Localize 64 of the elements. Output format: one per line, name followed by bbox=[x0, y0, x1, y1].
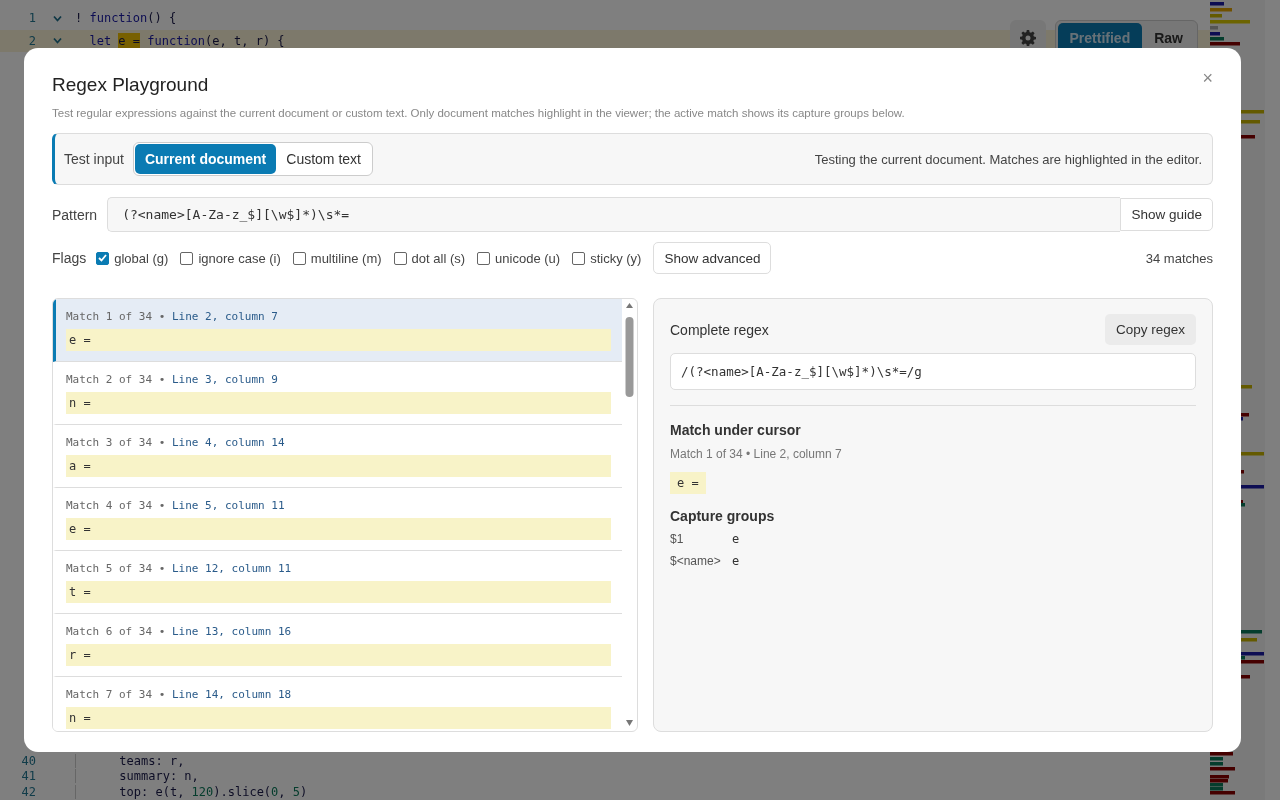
match-text: e = bbox=[66, 518, 611, 540]
section-title: Capture groups bbox=[670, 508, 776, 524]
match-text: n = bbox=[66, 707, 611, 729]
match-heading: Match 2 of 34 • Line 3, column 9 bbox=[66, 373, 279, 386]
dialog-description: Test regular expressions against the current document or custom text. Only document matches highlight in the viewer; the active match shows its capture groups below. bbox=[52, 107, 906, 119]
group-value: e bbox=[732, 532, 740, 546]
code-line: let e = function(e, t, r) { bbox=[88, 33, 285, 48]
checkbox[interactable] bbox=[393, 251, 407, 265]
line-number: 41 bbox=[20, 769, 36, 784]
match-heading: Match 1 of 34 • Line 2, column 7 bbox=[66, 310, 279, 323]
match-heading: Match 4 of 34 • Line 5, column 11 bbox=[66, 499, 286, 512]
group-name: $1 bbox=[670, 532, 685, 546]
test-input-label: Test input bbox=[64, 151, 124, 167]
checkbox-label[interactable]: dot all (s) bbox=[411, 250, 466, 266]
checkbox[interactable] bbox=[96, 251, 110, 265]
code-line: top: e(t, 120).slice(0, 5) bbox=[75, 785, 308, 799]
match-text: e = bbox=[670, 472, 706, 494]
source-tab[interactable]: Current document bbox=[134, 144, 277, 174]
fold-chevron-icon[interactable] bbox=[52, 14, 62, 22]
line-number: 2 bbox=[27, 33, 36, 48]
line-number: 1 bbox=[27, 11, 36, 26]
copy-regex-button[interactable]: Copy regex bbox=[1104, 314, 1196, 345]
fold-chevron-icon[interactable] bbox=[52, 37, 62, 45]
regex-field[interactable]: /(?<name>[A-Za-z_$][\w$]*)\s*=/g bbox=[670, 353, 1196, 390]
match-heading: Match 7 of 34 • Line 14, column 18 bbox=[66, 688, 293, 701]
checkbox-label[interactable]: ignore case (i) bbox=[198, 250, 281, 266]
line-number: 42 bbox=[20, 785, 36, 799]
match-heading: Match 3 of 34 • Line 4, column 14 bbox=[66, 436, 286, 449]
flags-label: Flags bbox=[52, 250, 87, 266]
pattern-label: Pattern bbox=[52, 206, 98, 223]
test-input-note: Testing the current document. Matches are highlighted in the editor. bbox=[814, 151, 1202, 167]
section-title: Complete regex bbox=[670, 321, 769, 338]
show-advanced-button[interactable]: Show advanced bbox=[653, 242, 772, 274]
match-heading: Match 6 of 34 • Line 13, column 16 bbox=[66, 625, 293, 638]
match-heading: Match 5 of 34 • Line 12, column 11 bbox=[66, 562, 293, 575]
checkbox[interactable] bbox=[477, 251, 491, 265]
match-count: 34 matches bbox=[1145, 250, 1213, 266]
code-line: ! function() { bbox=[75, 11, 177, 26]
show-guide-button[interactable]: Show guide bbox=[1120, 198, 1213, 231]
checkbox-label[interactable]: sticky (y) bbox=[590, 250, 642, 266]
group-name: $<name> bbox=[670, 554, 722, 568]
checkbox[interactable] bbox=[572, 251, 586, 265]
checkbox[interactable] bbox=[180, 251, 194, 265]
match-item[interactable]: Match 1 of 34 • Line 2, column 7 e = bbox=[53, 299, 622, 362]
match-text: r = bbox=[66, 644, 611, 666]
match-text: n = bbox=[66, 392, 611, 414]
checkbox[interactable] bbox=[292, 251, 306, 265]
settings-icon bbox=[1019, 30, 1036, 46]
pattern-field[interactable]: (?<name>[A-Za-z_$][\w$]*)\s*= bbox=[107, 197, 1121, 232]
match-meta: Match 1 of 34 • Line 2, column 7 bbox=[670, 447, 843, 461]
line-number: 40 bbox=[20, 753, 36, 768]
group-value: e bbox=[732, 554, 740, 568]
match-text: e = bbox=[66, 329, 611, 351]
close-button[interactable]: × bbox=[1200, 69, 1215, 87]
source-tab[interactable]: Custom text bbox=[276, 144, 371, 174]
checkbox-label[interactable]: multiline (m) bbox=[310, 250, 382, 266]
section-title: Match under cursor bbox=[670, 422, 802, 438]
match-text: t = bbox=[66, 581, 611, 603]
code-line: teams: r, bbox=[75, 753, 185, 768]
code-line: summary: n, bbox=[75, 769, 199, 784]
checkbox-label[interactable]: global (g) bbox=[114, 250, 169, 266]
dialog-title: Regex Playground bbox=[52, 74, 209, 96]
match-text: a = bbox=[66, 455, 611, 477]
checkbox-label[interactable]: unicode (u) bbox=[495, 250, 561, 266]
